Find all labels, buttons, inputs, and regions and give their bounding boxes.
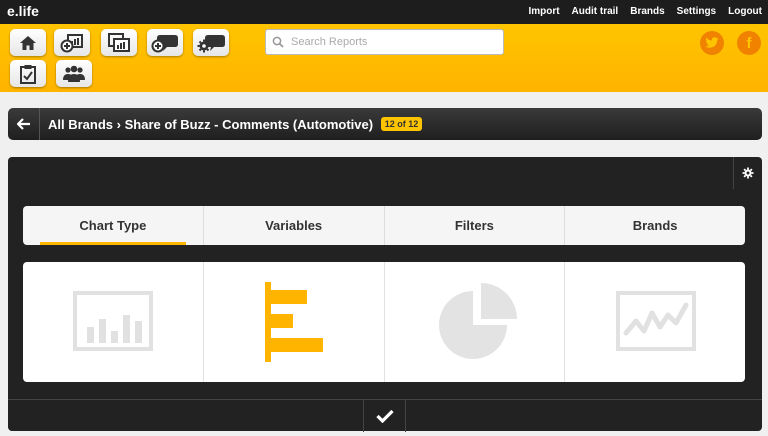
comment-settings-icon [197,34,225,52]
reports-icon [108,32,130,52]
home-icon [20,35,36,50]
horizontal-bar-icon [264,282,323,362]
nav-audit-trail[interactable]: Audit trail [572,6,619,17]
users-button[interactable] [56,60,92,87]
breadcrumb-current: Share of Buzz - Comments (Automotive) [124,117,374,132]
top-bar: e.life Import Audit trail Brands Setting… [0,0,768,24]
panel-footer [8,399,762,432]
search-icon [272,36,284,48]
toolbar: f [0,24,768,92]
checklist-button[interactable] [10,60,46,87]
arrow-left-icon [16,118,30,130]
twitter-icon [705,37,719,48]
chart-type-horizontal-bar[interactable] [202,262,384,382]
chart-config-panel: Chart Type Variables Filters Brands [8,157,762,432]
users-icon [63,65,85,82]
home-button[interactable] [10,29,46,56]
add-comment-icon [151,34,178,52]
search-box[interactable] [265,29,504,55]
app-logo: e.life [7,3,39,19]
breadcrumb-separator: › [116,117,121,132]
pie-chart-icon [438,283,517,359]
breadcrumb-trail: All Brands › Share of Buzz - Comments (A… [48,117,423,132]
gear-icon [742,167,754,179]
confirm-button[interactable] [363,400,406,432]
add-comment-button[interactable] [147,29,183,56]
chart-type-line[interactable] [564,262,745,382]
nav-brands[interactable]: Brands [630,6,664,17]
add-report-icon [60,33,83,52]
tab-chart-type[interactable]: Chart Type [23,206,203,245]
line-chart-icon [616,291,697,351]
back-button[interactable] [8,108,40,140]
nav-import[interactable]: Import [528,6,559,17]
checklist-icon [20,64,36,84]
add-report-button[interactable] [54,29,90,56]
search-input[interactable] [289,35,493,49]
breadcrumb: All Brands › Share of Buzz - Comments (A… [8,108,762,140]
tab-filters[interactable]: Filters [383,206,565,245]
chart-type-pie[interactable] [383,262,565,382]
tab-brands[interactable]: Brands [564,206,745,245]
top-nav: Import Audit trail Brands Settings Logou… [528,6,762,17]
reports-button[interactable] [101,29,137,56]
nav-logout[interactable]: Logout [728,6,762,17]
facebook-button[interactable]: f [737,31,761,55]
twitter-button[interactable] [700,31,724,55]
comment-settings-button[interactable] [193,29,229,56]
facebook-icon: f [746,34,752,52]
bar-chart-icon [73,291,153,351]
check-icon [375,409,394,423]
config-tabs: Chart Type Variables Filters Brands [23,206,745,245]
panel-settings-button[interactable] [733,157,762,189]
chart-type-bar[interactable] [23,262,203,382]
breadcrumb-root[interactable]: All Brands [48,117,113,132]
tab-variables[interactable]: Variables [202,206,384,245]
nav-settings[interactable]: Settings [677,6,716,17]
chart-type-options [23,262,745,382]
report-count-badge: 12 of 12 [380,117,423,131]
